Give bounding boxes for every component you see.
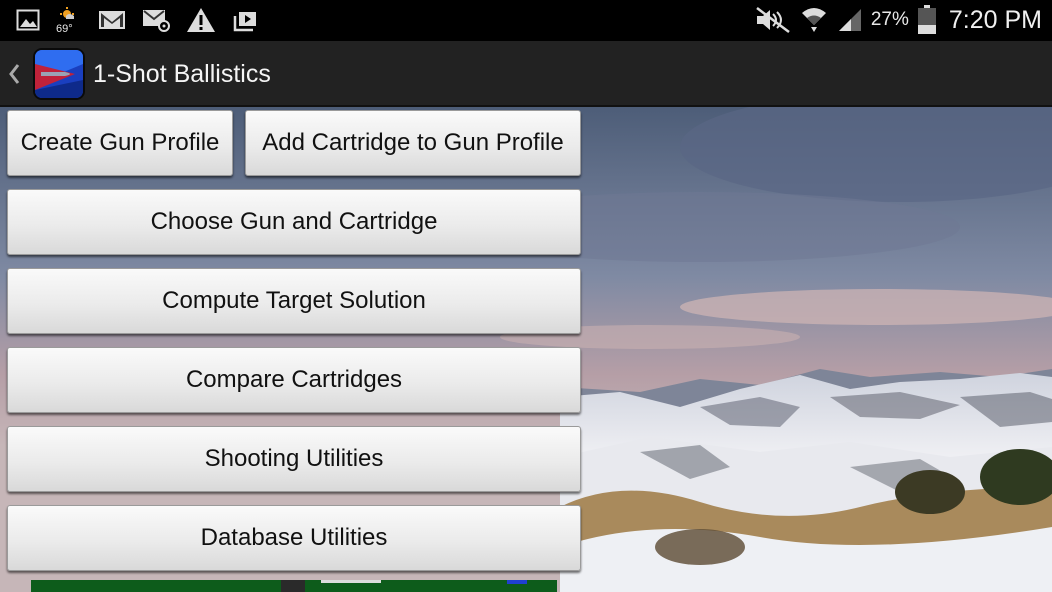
create-gun-profile-label: Create Gun Profile	[20, 129, 220, 156]
add-cartridge-button[interactable]: Add Cartridge to Gun Profile	[245, 110, 581, 176]
compare-cartridges-button[interactable]: Compare Cartridges	[7, 347, 581, 413]
clock: 7:20 PM	[948, 5, 1042, 34]
battery-percent: 27%	[870, 9, 909, 30]
ad-banner-divider	[281, 580, 305, 592]
warning-icon	[186, 7, 216, 33]
app-title: 1-Shot Ballistics	[93, 60, 271, 88]
action-bar: 1-Shot Ballistics	[0, 41, 1052, 107]
database-utilities-button[interactable]: Database Utilities	[7, 505, 581, 571]
compare-cartridges-label: Compare Cartridges	[185, 366, 403, 393]
compute-target-solution-button[interactable]: Compute Target Solution	[7, 268, 581, 334]
status-bar: 69° 27% 7:20 PM	[0, 0, 1052, 41]
ad-banner[interactable]	[31, 580, 557, 592]
choose-gun-cartridge-button[interactable]: Choose Gun and Cartridge	[7, 189, 581, 255]
add-cartridge-label: Add Cartridge to Gun Profile	[262, 129, 564, 156]
app-logo-icon[interactable]	[33, 48, 85, 100]
compute-target-solution-label: Compute Target Solution	[162, 287, 426, 314]
media-icon	[232, 8, 258, 32]
system-icons: 27% 7:20 PM	[755, 4, 1042, 36]
ad-banner-accent	[507, 580, 527, 584]
choose-gun-cartridge-label: Choose Gun and Cartridge	[150, 208, 438, 235]
weather-icon: 69°	[56, 6, 82, 35]
shooting-utilities-button[interactable]: Shooting Utilities	[7, 426, 581, 492]
ad-banner-text-strip	[321, 580, 381, 583]
back-chevron-icon[interactable]	[6, 59, 22, 89]
weather-temp: 69°	[56, 23, 73, 35]
gallery-icon	[16, 9, 40, 31]
signal-icon	[837, 7, 863, 33]
notification-icons: 69°	[16, 6, 258, 35]
shooting-utilities-label: Shooting Utilities	[204, 445, 384, 472]
gmail-icon	[98, 9, 126, 31]
database-utilities-label: Database Utilities	[200, 524, 388, 551]
battery-icon	[917, 5, 937, 35]
wifi-icon	[799, 5, 829, 35]
email-icon	[142, 8, 170, 32]
create-gun-profile-button[interactable]: Create Gun Profile	[7, 110, 233, 176]
mute-icon	[755, 6, 791, 34]
